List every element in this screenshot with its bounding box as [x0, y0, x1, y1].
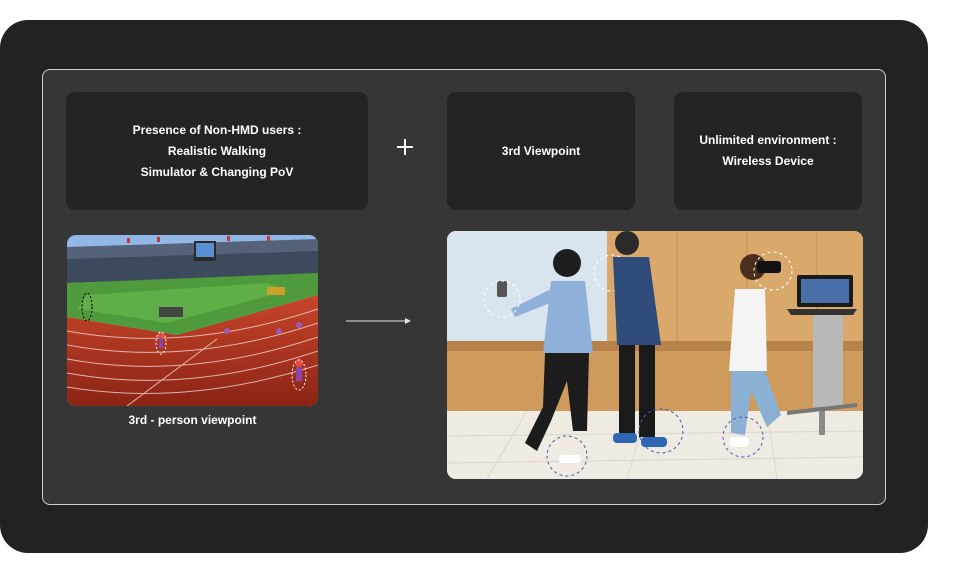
walking-photo-image: [447, 231, 863, 479]
plus-icon: [396, 138, 414, 156]
vr-scene-caption: 3rd - person viewpoint: [128, 413, 257, 427]
vr-scene-image: [67, 235, 318, 406]
viewpoint-card: 3rd Viewpoint: [447, 92, 635, 210]
wireless-card-title: Unlimited environment :: [699, 133, 837, 147]
viewpoint-card-title: 3rd Viewpoint: [501, 143, 581, 158]
presence-card-line3: Simulator & Changing PoV: [140, 164, 294, 179]
presence-card-line2: Realistic Walking: [167, 143, 267, 158]
wireless-card: Unlimited environment : Wireless Device: [674, 92, 862, 210]
arrow-right-icon: [346, 318, 411, 324]
presence-card: Presence of Non-HMD users : Realistic Wa…: [66, 92, 368, 210]
wireless-card-line2: Wireless Device: [722, 154, 814, 168]
presence-card-title: Presence of Non-HMD users :: [132, 122, 302, 137]
